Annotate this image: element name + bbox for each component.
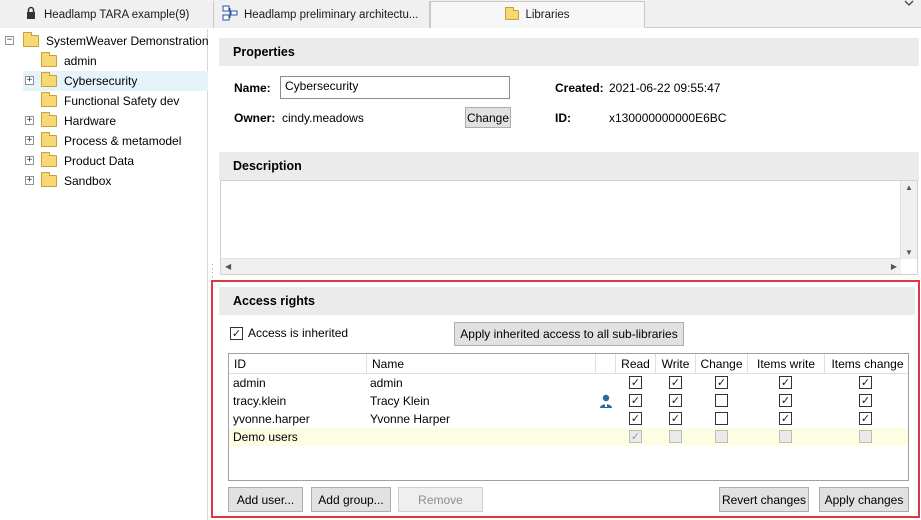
folder-icon [41,152,57,167]
lock-icon [24,6,38,23]
name-field[interactable]: Cybersecurity [280,76,510,99]
expand-icon[interactable]: + [25,116,34,125]
folder-icon [41,52,57,67]
change-owner-button[interactable]: Change [465,107,511,128]
tree-item-admin[interactable]: admin [23,51,97,71]
collapse-icon[interactable]: − [5,36,14,45]
folder-icon [41,132,57,147]
folder-icon [41,92,57,107]
tab-headlamp-architecture[interactable]: Headlamp preliminary architectu... [214,1,430,28]
tab-headlamp-tara[interactable]: Headlamp TARA example(9) [0,1,214,28]
folder-icon [41,72,57,87]
folder-icon [23,32,39,47]
properties-heading: Properties [219,38,919,66]
tree-item-hardware[interactable]: + Hardware [23,111,116,131]
tree-item-cybersecurity[interactable]: + Cybersecurity [23,71,208,91]
tree-item-label: Process & metamodel [64,134,182,148]
tab-overflow-chevron-icon[interactable] [904,0,914,11]
description-text [221,181,917,189]
tree-item-functional-safety[interactable]: Functional Safety dev [23,91,179,111]
tree-item-label: Cybersecurity [64,74,138,88]
id-label: ID: [555,111,571,125]
tree-root-label: SystemWeaver Demonstration [46,34,209,48]
tree-item-label: Hardware [64,114,117,128]
expand-icon[interactable]: + [25,136,34,145]
name-label: Name: [234,81,271,95]
document-tab-strip: Headlamp TARA example(9) Headlamp prelim… [0,0,921,28]
owner-value: cindy.meadows [282,111,364,125]
tree-item-process-metamodel[interactable]: + Process & metamodel [23,131,181,151]
tab-libraries[interactable]: Libraries [430,1,645,28]
expand-icon[interactable]: + [25,76,34,85]
tree-item-label: Product Data [64,154,135,168]
created-value: 2021-06-22 09:55:47 [609,81,721,95]
tab-label: Libraries [525,8,570,21]
tree-item-label: admin [64,54,97,68]
owner-label: Owner: [234,111,276,125]
expand-icon[interactable]: + [25,156,34,165]
tree-item-label: Functional Safety dev [64,94,180,108]
description-horizontal-scrollbar[interactable]: ◀ ▶ [221,258,901,274]
tab-label: Headlamp TARA example(9) [44,8,190,21]
description-textarea[interactable]: ▲ ▼ ◀ ▶ [220,180,918,275]
tree-item-sandbox[interactable]: + Sandbox [23,171,111,191]
diagram-icon [222,5,238,24]
scroll-left-icon[interactable]: ◀ [225,262,231,271]
tree-root[interactable]: − SystemWeaver Demonstration [5,31,209,51]
folder-icon [505,7,520,21]
id-value: x130000000000E6BC [609,111,727,125]
access-rights-highlight-frame [211,280,920,518]
tree-item-label: Sandbox [64,174,112,188]
scroll-down-icon[interactable]: ▼ [905,248,913,257]
library-tree: − SystemWeaver Demonstration admin + Cyb… [0,29,209,520]
scroll-up-icon[interactable]: ▲ [905,183,913,192]
tree-item-product-data[interactable]: + Product Data [23,151,134,171]
splitter-grip-icon[interactable]: · · · · [211,261,214,281]
scroll-right-icon[interactable]: ▶ [891,262,897,271]
expand-icon[interactable]: + [25,176,34,185]
description-vertical-scrollbar[interactable]: ▲ ▼ [900,181,917,259]
folder-icon [41,172,57,187]
tab-label: Headlamp preliminary architectu... [244,8,419,21]
created-label: Created: [555,81,604,95]
description-heading: Description [219,152,919,180]
folder-icon [41,112,57,127]
